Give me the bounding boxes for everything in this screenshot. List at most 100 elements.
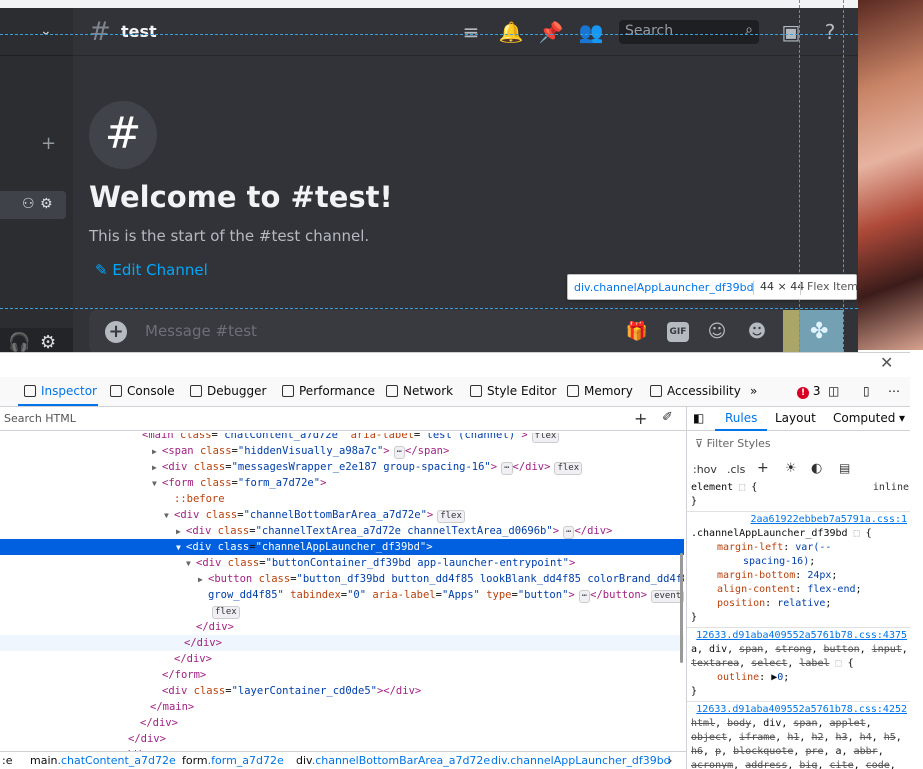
tree-row[interactable]: ▼ <form class="form_a7d72e"> [0,475,684,491]
cls-toggle[interactable]: .cls [727,463,745,476]
stylesheet-link[interactable]: 2aa61922ebbeb7a5791a.css:1 [687,513,907,527]
tab-computed[interactable]: Computed [833,411,895,425]
more-tabs-icon[interactable]: » [750,384,757,398]
gear-icon[interactable]: ⚙ [40,332,56,352]
tab-performance[interactable]: Performance [282,384,375,398]
split-console-icon[interactable]: ◫ [828,384,839,398]
headphones-icon[interactable]: 🎧 [8,332,30,352]
tab-memory[interactable]: Memory [567,384,633,398]
search-icon: ⌕ [745,22,753,38]
sticker-icon[interactable]: ☺ [705,320,729,344]
active-tab-indicator [18,404,98,406]
add-channel-icon[interactable]: + [41,133,56,154]
tree-row[interactable]: </div> [0,635,684,651]
rule-line: object, iframe, h1, h2, h3, h4, h5, [691,732,902,743]
help-icon[interactable]: ? [816,18,844,46]
user-panel: 🎧 ⚙ [0,328,73,352]
tab-accessibility[interactable]: Accessibility [650,384,741,398]
search-input[interactable]: Search ⌕ [619,20,759,44]
eyedropper-icon[interactable]: ✐ [662,410,673,425]
gift-icon[interactable]: 🎁 [625,320,649,344]
tree-row[interactable]: </main> [0,699,684,715]
gear-icon[interactable]: ⚙ [40,196,53,212]
tree-row[interactable]: grow_dd4f85" tabindex="0" aria-label="Ap… [0,587,684,603]
tree-row[interactable]: </div> [0,651,684,667]
memory-icon [567,385,579,397]
responsive-design-icon[interactable]: ▯ [863,384,870,398]
gif-button[interactable]: GIF [667,322,689,342]
pin-icon[interactable]: 📌 [537,18,565,46]
markup-view: Search HTML + ✐ <main class="chatContent… [0,407,686,769]
threads-icon[interactable]: ≡ [457,18,485,46]
filter-styles-input[interactable]: ⊽ Filter Styles [695,437,771,450]
server-header[interactable]: ⌄ [0,8,73,56]
error-count-badge[interactable]: ! 3 [797,384,820,399]
tab-style-editor[interactable]: Style Editor [470,384,556,398]
debugger-icon [190,385,202,397]
inbox-icon[interactable]: ▣ [777,18,805,46]
stylesheet-link[interactable]: 12633.d91aba409552a5761b78.css:4252 [687,703,907,717]
rule-line: .channelAppLauncher_df39bd ⬚ { [691,528,872,539]
message-composer: + Message #test 🎁 GIF ☺ ☻ [89,310,841,352]
breadcrumb-item[interactable]: div.channelBottomBarArea_a7d72e [296,754,490,767]
tree-row[interactable]: <div class="layerContainer_cd0de5"></div… [0,683,684,699]
breadcrumb-item[interactable]: main.chatContent_a7d72e [30,754,176,767]
error-icon: ! [797,387,809,399]
tooltip-flex-badge: Flex Item [800,281,858,295]
rule-line: a, div, span, strong, button, input, [691,644,908,655]
close-icon[interactable]: ✕ [880,353,893,372]
breadcrumb-next-icon[interactable]: › [668,754,672,767]
light-mode-icon[interactable]: ☀ [785,461,797,476]
chevron-down-icon[interactable]: ⌄ [40,23,52,39]
add-node-icon[interactable]: + [634,409,647,428]
stylesheet-link[interactable]: 12633.d91aba409552a5761b78.css:4375 [687,629,907,643]
search-html-input[interactable]: Search HTML + ✐ [0,407,686,431]
tab-debugger[interactable]: Debugger [190,384,266,398]
inspector-icon [24,385,36,397]
invite-icon[interactable]: ⚇ [22,196,35,212]
network-icon [386,385,398,397]
overflow-menu-icon[interactable]: ⋯ [888,384,900,398]
bell-icon[interactable]: 🔔 [497,18,525,46]
hash-icon: # [89,17,111,47]
app-launcher-button[interactable]: ✤ [799,310,843,352]
tree-row[interactable]: <main class="chatContent_a7d72e" aria-la… [0,433,684,443]
chevron-down-icon[interactable]: ▾ [899,411,905,425]
tab-console[interactable]: Console [110,384,175,398]
tree-row[interactable]: ▶ <div class="messagesWrapper_e2e187 grou… [0,459,684,475]
breadcrumb-item[interactable]: form.form_a7d72e [182,754,284,767]
upload-plus-icon[interactable]: + [105,321,127,343]
tree-row-selected[interactable]: ▼ <div class="channelAppLauncher_df39bd"> [0,539,684,555]
add-rule-icon[interactable]: + [757,460,769,476]
scrollbar[interactable] [680,553,683,663]
edit-channel-link[interactable]: ✎ Edit Channel [95,261,208,279]
tree-row[interactable]: ▶ <span class="hiddenVisually_a98a7c"> ⋯ </… [0,443,684,459]
tab-layout[interactable]: Layout [775,411,816,425]
channel-hash-icon: # [89,101,157,169]
tree-row[interactable]: </div> [0,619,684,635]
tree-row[interactable]: ▼ <div class="channelBottomBarArea_a7d72e… [0,507,684,523]
discord-window: ⌄ + ⚇ ⚙ 🎧 ⚙ # test ≡ 🔔 📌 👥 Search ⌕ ▣ ? … [0,0,858,352]
tree-row[interactable]: ▶ <button class="button_df39bd button_dd4… [0,571,684,587]
tree-row[interactable]: ▶ <div class="channelTextArea_a7d72e chan… [0,523,684,539]
tree-row[interactable]: </div> [0,731,684,747]
tab-inspector[interactable]: Inspector [24,384,97,398]
tab-network[interactable]: Network [386,384,453,398]
hov-toggle[interactable]: :hov [693,463,717,476]
tree-row[interactable]: ::before [0,491,684,507]
print-media-icon[interactable]: ▤ [839,461,850,475]
tree-row[interactable]: ▼ <div class="buttonContainer_df39bd app-… [0,555,684,571]
tab-rules[interactable]: Rules [725,411,757,425]
breadcrumb-item-selected[interactable]: div.channelAppLauncher_df39bd [491,754,671,767]
sidebar-item-active-channel[interactable]: ⚇ ⚙ [0,191,66,219]
emoji-icon[interactable]: ☻ [745,320,769,344]
sidebar-toggle-icon[interactable]: ◧ [693,411,704,425]
breadcrumb-overflow[interactable]: :e [2,754,12,767]
tree-row[interactable]: </div> [0,715,684,731]
dark-mode-icon[interactable]: ◐ [811,461,822,476]
message-input[interactable]: Message #test [145,322,257,340]
divider [687,511,910,512]
tree-row[interactable]: flex [0,603,684,619]
tree-row[interactable]: </form> [0,667,684,683]
members-icon[interactable]: 👥 [577,18,605,46]
